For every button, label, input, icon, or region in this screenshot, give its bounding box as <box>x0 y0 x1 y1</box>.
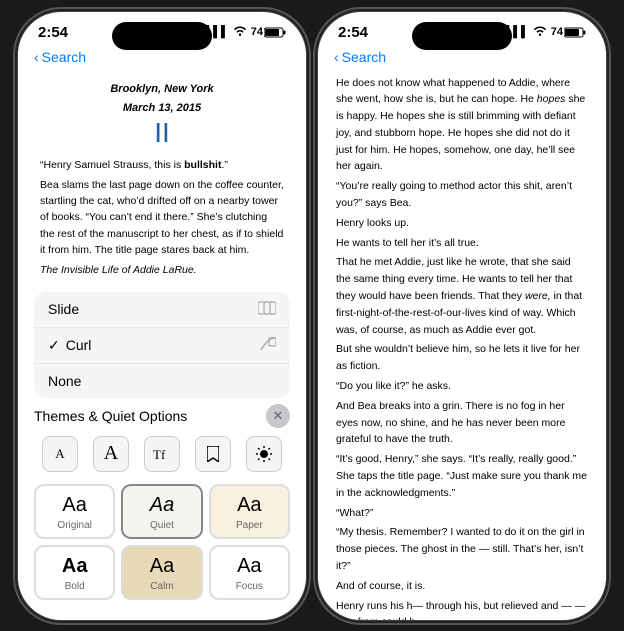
transition-slide-label: Slide <box>48 301 79 317</box>
right-book-content: He does not know what happened to Addie,… <box>318 71 606 620</box>
theme-calm-preview: Aa <box>150 555 174 578</box>
right-phone: 2:54 ▌▌▌ 74 ‹ Search <box>317 11 607 621</box>
transition-slide[interactable]: Slide <box>34 292 290 328</box>
theme-quiet-card[interactable]: Aa Quiet <box>121 484 202 539</box>
battery-icon: 74 <box>251 26 286 38</box>
font-increase-button[interactable]: A <box>93 436 129 472</box>
theme-calm-label: Calm <box>150 581 173 592</box>
theme-bold-card[interactable]: Aa Bold <box>34 545 115 600</box>
theme-focus-card[interactable]: Aa Focus <box>209 545 290 600</box>
font-selector-button[interactable]: Tf <box>144 436 180 472</box>
theme-paper-label: Paper <box>236 520 263 531</box>
theme-original-card[interactable]: Aa Original <box>34 484 115 539</box>
r-para-5: That he met Addie, just like he wrote, t… <box>336 254 588 338</box>
transition-curl-label: Curl <box>66 337 92 353</box>
chevron-left-icon: ‹ <box>34 49 39 65</box>
theme-calm-card[interactable]: Aa Calm <box>121 545 202 600</box>
right-time: 2:54 <box>338 24 368 41</box>
curl-check: ✓ <box>48 337 60 354</box>
theme-bold-preview: Aa <box>62 555 88 578</box>
themes-header: Themes & Quiet Options ✕ <box>34 404 290 428</box>
r-para-13: Henry runs his h— through his, but relie… <box>336 598 588 620</box>
left-status-icons: ▌▌▌ 74 <box>205 25 286 39</box>
theme-quiet-preview: Aa <box>150 494 174 517</box>
left-back-button[interactable]: ‹ Search <box>34 49 86 65</box>
r-para-12: And of course, it is. <box>336 578 588 595</box>
r-para-1: He does not know what happened to Addie,… <box>336 75 588 176</box>
para-3: The Invisible Life of Addie LaRue. <box>40 262 284 278</box>
right-back-button[interactable]: ‹ Search <box>334 49 386 65</box>
para-2: Bea slams the last page down on the coff… <box>40 177 284 258</box>
overlay-panel: Slide ✓ Curl None <box>18 282 306 620</box>
r-para-10: “What?” <box>336 505 588 522</box>
right-dynamic-island <box>412 22 512 50</box>
r-para-8: And Bea breaks into a grin. There is no … <box>336 398 588 448</box>
r-para-6: But she wouldn’t believe him, so he lets… <box>336 341 588 375</box>
transition-none-label: None <box>48 373 81 389</box>
r-para-4: He wants to tell her it’s all true. <box>336 235 588 252</box>
dynamic-island <box>112 22 212 50</box>
transition-curl-icon <box>260 337 276 354</box>
svg-text:Tf: Tf <box>153 447 166 461</box>
transition-slide-icon <box>258 301 276 318</box>
right-wifi-icon <box>533 25 547 39</box>
theme-quiet-label: Quiet <box>150 520 174 531</box>
bookmark-button[interactable] <box>195 436 231 472</box>
book-date: March 13, 2015 <box>40 100 284 117</box>
right-status-icons: ▌▌▌ 74 <box>505 25 586 39</box>
phones-container: 2:54 ▌▌▌ 74 ‹ Search <box>17 11 607 621</box>
r-para-7: “Do you like it?” he asks. <box>336 378 588 395</box>
theme-focus-preview: Aa <box>237 555 261 578</box>
theme-grid: Aa Original Aa Quiet Aa Paper Aa Bold <box>34 484 290 600</box>
themes-label: Themes & Quiet Options <box>34 408 187 424</box>
theme-original-label: Original <box>57 520 91 531</box>
transition-options: Slide ✓ Curl None <box>34 292 290 398</box>
book-location: Brooklyn, New York <box>40 81 284 98</box>
r-para-9: “It’s good, Henry,” she says. “It’s real… <box>336 451 588 501</box>
r-para-3: Henry looks up. <box>336 215 588 232</box>
theme-original-preview: Aa <box>62 494 86 517</box>
left-phone: 2:54 ▌▌▌ 74 ‹ Search <box>17 11 307 621</box>
r-para-2: “You’re really going to method actor thi… <box>336 178 588 212</box>
r-para-11: “My thesis. Remember? I wanted to do it … <box>336 524 588 574</box>
left-time: 2:54 <box>38 24 68 41</box>
transition-none[interactable]: None <box>34 364 290 398</box>
theme-focus-label: Focus <box>236 581 263 592</box>
theme-bold-label: Bold <box>65 581 85 592</box>
para-1: “Henry Samuel Strauss, this is bullshit.… <box>40 157 284 173</box>
theme-paper-card[interactable]: Aa Paper <box>209 484 290 539</box>
font-decrease-button[interactable]: A <box>42 436 78 472</box>
book-header: Brooklyn, New York March 13, 2015 II <box>40 81 284 147</box>
right-chevron-left-icon: ‹ <box>334 49 339 65</box>
chapter-number: II <box>40 119 284 147</box>
toolbar-row: A A Tf <box>34 432 290 476</box>
wifi-icon <box>233 25 247 39</box>
brightness-button[interactable] <box>246 436 282 472</box>
right-battery-icon: 74 <box>551 26 586 38</box>
theme-paper-preview: Aa <box>237 494 261 517</box>
close-button[interactable]: ✕ <box>266 404 290 428</box>
transition-curl[interactable]: ✓ Curl <box>34 328 290 364</box>
